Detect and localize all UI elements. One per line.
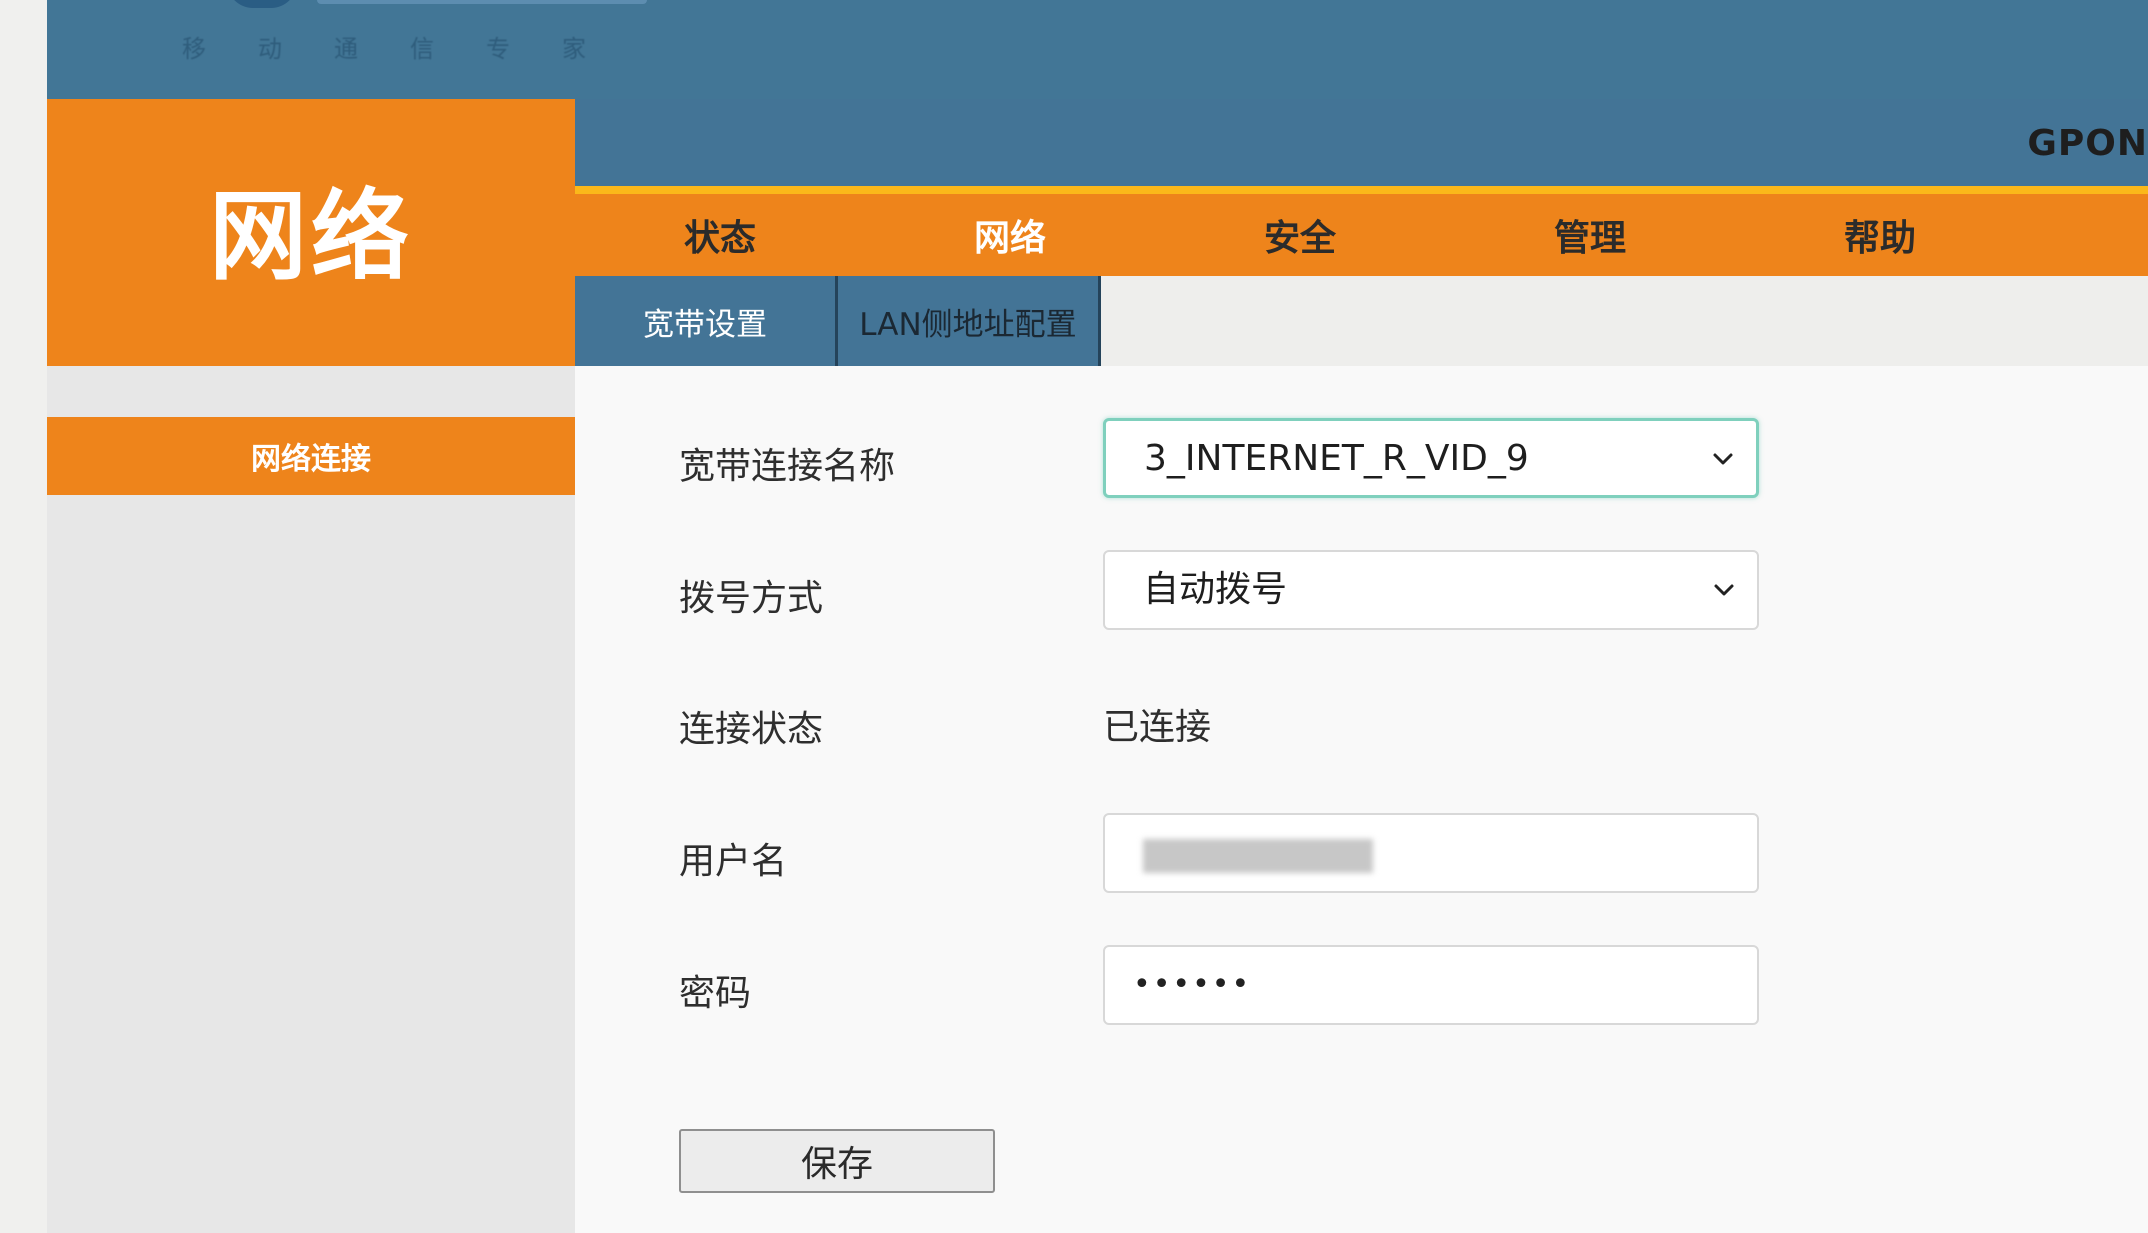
chevron-down-icon — [1713, 453, 1733, 465]
logo-tagline-char: 动 — [258, 34, 284, 63]
chevron-down-icon — [1714, 584, 1734, 596]
header-divider — [575, 186, 2148, 194]
tab-broadband-settings[interactable]: 宽带设置 — [575, 276, 838, 366]
product-name: GPON — [2027, 123, 2148, 164]
nav-item-status[interactable]: 状态 — [575, 194, 865, 276]
top-banner: 移 动 通 信 专 家 — [47, 0, 2148, 99]
header-band: GPON — [575, 99, 2148, 186]
password-mask: •••••• — [1133, 967, 1252, 1002]
sub-nav: 宽带设置 LAN侧地址配置 — [575, 276, 1101, 366]
logo-tagline: 移 动 通 信 专 家 — [182, 30, 588, 63]
username-field[interactable] — [1103, 813, 1759, 893]
nav-item-help[interactable]: 帮助 — [1735, 194, 2025, 276]
logo-wordmark — [317, 0, 647, 4]
dial-mode-label: 拨号方式 — [679, 578, 824, 619]
dial-mode-value: 自动拨号 — [1143, 569, 1288, 610]
logo-tagline-char: 信 — [410, 34, 436, 63]
nav-item-network[interactable]: 网络 — [865, 194, 1155, 276]
connection-name-value: 3_INTERNET_R_VID_9 — [1144, 438, 1529, 479]
save-button[interactable]: 保存 — [679, 1129, 995, 1193]
tab-lan-address-config[interactable]: LAN侧地址配置 — [838, 276, 1101, 366]
router-admin-page: 移 动 通 信 专 家 网络 GPON 状态 网络 安全 管理 帮助 宽带设置 … — [47, 0, 2148, 1233]
nav-item-security[interactable]: 安全 — [1155, 194, 1445, 276]
connection-status-value: 已连接 — [1103, 707, 1212, 748]
username-label: 用户名 — [679, 841, 788, 882]
main-nav: 状态 网络 安全 管理 帮助 — [575, 194, 2148, 276]
password-field[interactable]: •••••• — [1103, 945, 1759, 1025]
dial-mode-select[interactable]: 自动拨号 — [1103, 550, 1759, 630]
sidebar-item-network-connection[interactable]: 网络连接 — [47, 417, 575, 495]
connection-status-label: 连接状态 — [679, 709, 824, 750]
logo-tagline-char: 移 — [182, 34, 208, 63]
section-title: 网络 — [208, 179, 413, 294]
connection-name-select[interactable]: 3_INTERNET_R_VID_9 — [1103, 418, 1759, 498]
logo-tagline-char: 通 — [334, 34, 360, 63]
connection-name-label: 宽带连接名称 — [679, 446, 896, 487]
nav-item-management[interactable]: 管理 — [1445, 194, 1735, 276]
logo-emblem — [227, 0, 297, 8]
logo-tagline-char: 专 — [486, 34, 512, 63]
password-label: 密码 — [679, 973, 752, 1014]
sidebar: 网络连接 — [47, 366, 575, 1233]
section-title-block: 网络 — [47, 99, 575, 366]
redacted-username — [1143, 839, 1373, 873]
logo-tagline-char: 家 — [562, 34, 588, 63]
